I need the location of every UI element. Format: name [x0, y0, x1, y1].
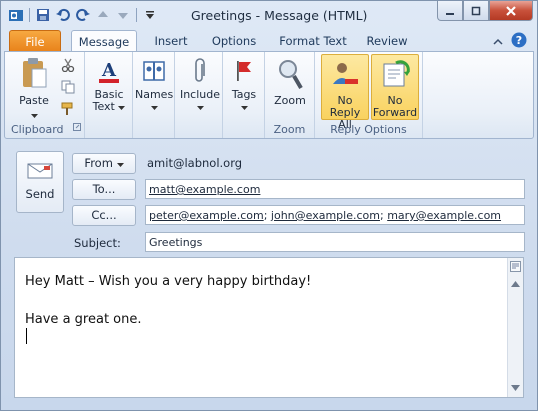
window-controls	[437, 1, 533, 21]
tags-group: Tags	[223, 52, 265, 138]
cc-address[interactable]: john@example.com	[271, 209, 380, 222]
scroll-up-icon[interactable]	[510, 278, 521, 289]
toolbar-separator	[29, 8, 30, 22]
paste-label: Paste	[19, 94, 49, 107]
basic-text-group: A Basic Text	[85, 52, 133, 138]
minimize-button[interactable]	[437, 1, 463, 21]
reply-options-group: No Reply All No Forward Reply Options	[315, 52, 423, 138]
font-color-icon: A	[94, 56, 124, 86]
tab-options[interactable]: Options	[207, 30, 261, 52]
tab-review[interactable]: Review	[363, 30, 411, 52]
svg-text:?: ?	[516, 34, 522, 47]
tab-file[interactable]: File	[9, 30, 61, 52]
window-title: Greetings - Message (HTML)	[191, 8, 368, 23]
zoom-button[interactable]: Zoom	[269, 56, 311, 107]
tab-message[interactable]: Message	[71, 30, 137, 52]
svg-text:A: A	[101, 60, 117, 81]
scroll-down-icon[interactable]	[510, 382, 521, 393]
tab-format-text[interactable]: Format Text	[277, 30, 349, 52]
quick-access-toolbar	[7, 6, 159, 24]
from-address: amit@labnol.org	[147, 156, 243, 170]
toolbar-separator	[136, 8, 137, 22]
message-body-editor[interactable]: Hey Matt – Wish you a very happy birthda…	[14, 257, 524, 398]
undo-icon[interactable]	[54, 6, 72, 24]
text-caret	[26, 328, 27, 344]
cut-icon[interactable]	[61, 58, 75, 75]
names-button[interactable]: Names	[135, 56, 173, 113]
chevron-down-icon	[179, 101, 221, 113]
no-forward-label-2: Forward	[372, 106, 418, 119]
collapse-ribbon-icon[interactable]	[493, 35, 503, 49]
ruler-toggle-icon[interactable]	[510, 261, 521, 272]
redo-icon[interactable]	[74, 6, 92, 24]
to-button[interactable]: To...	[72, 179, 136, 200]
help-icon[interactable]: ?	[511, 32, 527, 51]
down-arrow-icon[interactable]	[114, 6, 132, 24]
names-group: Names	[133, 52, 175, 138]
outlook-app-icon[interactable]	[7, 6, 25, 24]
maximize-button[interactable]	[463, 1, 489, 21]
body-line: Hey Matt – Wish you a very happy birthda…	[25, 274, 312, 289]
body-line-blank	[25, 291, 311, 310]
include-label: Include	[179, 88, 221, 101]
recipient-address[interactable]: matt@example.com	[149, 183, 260, 196]
dialog-launcher-icon[interactable]	[73, 120, 81, 134]
subject-text: Greetings	[149, 236, 203, 249]
subject-label: Subject:	[74, 236, 121, 250]
save-icon[interactable]	[34, 6, 52, 24]
message-header: Send From amit@labnol.org To... matt@exa…	[4, 141, 534, 253]
subject-field[interactable]: Greetings	[145, 232, 525, 252]
close-button[interactable]	[489, 1, 533, 21]
vertical-scrollbar[interactable]	[507, 258, 523, 397]
ribbon-tabs: File Message Insert Options Format Text …	[1, 30, 537, 52]
cc-address[interactable]: mary@example.com	[387, 209, 501, 222]
paste-icon	[19, 56, 49, 92]
tags-button[interactable]: Tags	[225, 56, 263, 113]
no-reply-all-icon	[330, 58, 360, 92]
zoom-group-label: Zoom	[273, 123, 306, 136]
send-icon	[17, 162, 63, 183]
customize-toolbar-icon[interactable]	[141, 6, 159, 24]
body-line: Have a great one.	[25, 312, 142, 327]
cc-field[interactable]: peter@example.com; john@example.com; mar…	[145, 205, 525, 225]
magnifier-icon	[275, 56, 305, 92]
chevron-down-icon	[135, 101, 173, 113]
clipboard-group: Paste Clipboard	[5, 52, 85, 138]
message-body-text: Hey Matt – Wish you a very happy birthda…	[25, 272, 311, 329]
no-forward-icon	[380, 58, 410, 92]
zoom-label: Zoom	[274, 94, 306, 107]
chevron-down-icon	[116, 156, 124, 170]
paste-button[interactable]: Paste	[13, 56, 55, 121]
zoom-group: Zoom Zoom	[265, 52, 315, 138]
attach-icon	[185, 56, 215, 86]
to-field[interactable]: matt@example.com	[145, 179, 525, 199]
from-button[interactable]: From	[72, 153, 136, 174]
chevron-down-icon	[13, 109, 55, 121]
address-book-icon	[139, 56, 169, 86]
tags-label: Tags	[231, 88, 257, 101]
ribbon-tab-icons: ?	[493, 32, 527, 51]
outlook-message-window: Greetings - Message (HTML) File Message …	[0, 0, 538, 411]
send-label: Send	[25, 187, 55, 201]
basic-text-label-2: Text	[89, 101, 129, 113]
ribbon: Paste Clipboard A Basic Text Names Inclu…	[4, 51, 534, 139]
tab-insert[interactable]: Insert	[149, 30, 193, 52]
include-button[interactable]: Include	[179, 56, 221, 113]
flag-icon	[229, 56, 259, 86]
cc-button[interactable]: Cc...	[72, 205, 136, 226]
copy-icon[interactable]	[61, 80, 75, 97]
no-reply-all-button[interactable]: No Reply All	[321, 54, 369, 131]
no-forward-button[interactable]: No Forward	[371, 54, 419, 120]
up-arrow-icon[interactable]	[94, 6, 112, 24]
cc-address[interactable]: peter@example.com	[149, 209, 264, 222]
basic-text-button[interactable]: A Basic Text	[89, 56, 129, 113]
title-bar: Greetings - Message (HTML)	[1, 1, 537, 29]
reply-options-group-label: Reply Options	[330, 123, 407, 136]
format-painter-icon[interactable]	[61, 102, 75, 119]
names-label: Names	[135, 88, 174, 101]
chevron-down-icon	[225, 101, 263, 113]
send-button[interactable]: Send	[16, 151, 64, 213]
include-group: Include	[175, 52, 223, 138]
